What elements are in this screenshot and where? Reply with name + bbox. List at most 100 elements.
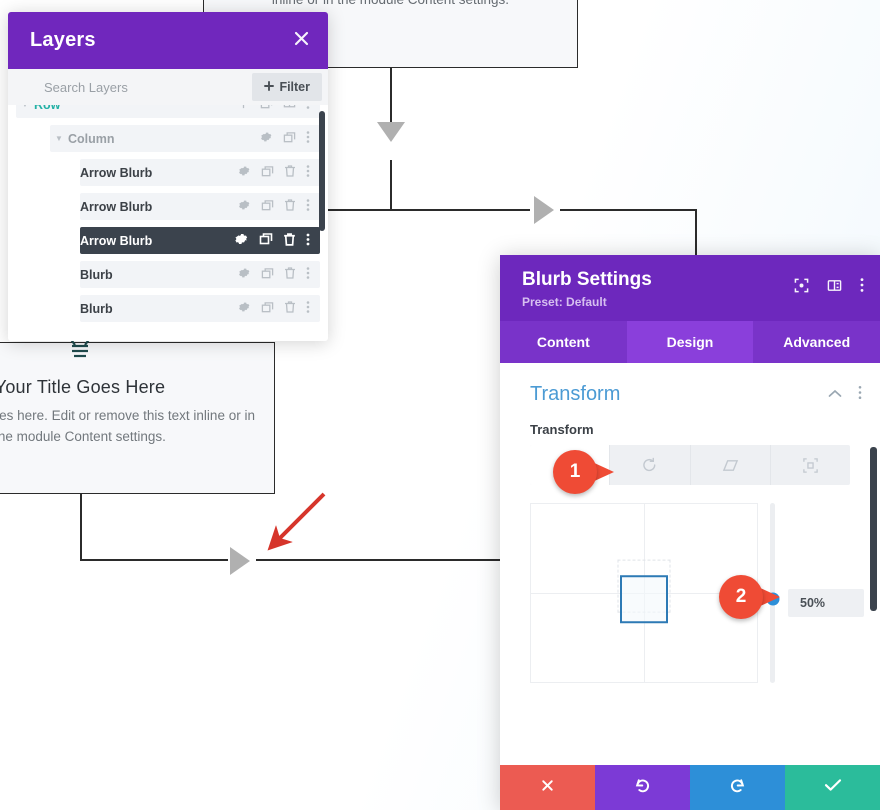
more-icon[interactable] <box>860 277 864 298</box>
layer-row-row[interactable]: ▼ Row <box>16 105 320 118</box>
transform-section-header: Transform <box>500 363 880 414</box>
chevron-down-icon[interactable]: ▼ <box>16 105 34 109</box>
skew-icon[interactable] <box>691 445 771 485</box>
trash-icon[interactable] <box>283 232 296 250</box>
background-blurb-card-left: Your Title Goes Here Your content goes h… <box>0 333 275 494</box>
filter-button[interactable]: Filter <box>252 73 322 101</box>
layer-row-arrow-blurb-2[interactable]: Arrow Blurb <box>80 193 320 220</box>
trash-icon[interactable] <box>284 300 296 317</box>
connector-line-horizontal-mid-right <box>560 209 696 211</box>
layer-row-column[interactable]: ▼ Column <box>50 125 320 152</box>
filter-button-label: Filter <box>279 80 310 94</box>
duplicate-icon[interactable] <box>261 267 274 283</box>
layer-row-label: Arrow Blurb <box>80 233 153 248</box>
settings-header: Blurb Settings Preset: Default <box>500 255 880 321</box>
more-icon[interactable] <box>306 300 310 317</box>
more-icon[interactable] <box>858 385 862 405</box>
settings-header-icons <box>794 277 864 298</box>
gear-icon[interactable] <box>237 164 251 181</box>
transform-control-area: 50% <box>530 503 864 683</box>
more-icon[interactable] <box>306 105 310 113</box>
layer-row-actions <box>237 300 320 317</box>
gear-icon[interactable] <box>237 300 251 317</box>
duplicate-icon[interactable] <box>261 301 274 317</box>
layout-icon[interactable] <box>827 278 842 298</box>
check-icon <box>824 778 842 797</box>
chevron-up-icon[interactable] <box>828 386 842 404</box>
trash-icon[interactable] <box>284 198 296 215</box>
settings-action-bar <box>500 765 880 810</box>
layer-row-arrow-blurb-1[interactable]: Arrow Blurb <box>80 159 320 186</box>
layer-row-label: Column <box>68 131 115 146</box>
transform-handle[interactable] <box>620 575 668 624</box>
more-icon[interactable] <box>306 198 310 215</box>
rotate-icon[interactable] <box>610 445 691 485</box>
layers-panel-header: Layers <box>8 12 328 69</box>
gear-icon[interactable] <box>233 231 249 250</box>
duplicate-icon[interactable] <box>260 105 273 113</box>
callout-badge-1: 1 <box>553 450 614 494</box>
gear-icon[interactable] <box>237 198 251 215</box>
layer-row-actions <box>237 164 320 181</box>
duplicate-icon[interactable] <box>259 232 273 249</box>
more-icon[interactable] <box>306 232 310 250</box>
tab-design[interactable]: Design <box>626 321 754 363</box>
section-title: Transform <box>530 383 621 405</box>
more-icon[interactable] <box>306 266 310 283</box>
connector-line-vertical-lower <box>80 494 82 560</box>
connector-line-horizontal-mid <box>328 209 530 211</box>
scale-icon[interactable] <box>771 445 850 485</box>
cancel-button[interactable] <box>500 765 595 810</box>
background-blurb-top-text: inline or in the module Content settings… <box>204 0 577 7</box>
duplicate-icon[interactable] <box>261 165 274 181</box>
redo-icon <box>729 777 746 799</box>
trash-icon[interactable] <box>284 266 296 283</box>
layer-row-arrow-blurb-3-selected[interactable]: Arrow Blurb <box>80 227 320 254</box>
merge-icon[interactable] <box>237 105 250 113</box>
transform-field-label: Transform <box>530 422 594 437</box>
layers-scrollbar[interactable] <box>319 111 325 231</box>
chevron-down-icon[interactable]: ▼ <box>50 134 68 143</box>
tab-content[interactable]: Content <box>500 321 627 363</box>
layer-row-actions <box>237 266 320 283</box>
layer-row-blurb-1[interactable]: Blurb <box>80 261 320 288</box>
gear-icon[interactable] <box>259 130 273 147</box>
undo-icon <box>634 777 651 799</box>
connector-arrow-right-mid <box>534 196 554 224</box>
vertical-value-field[interactable]: 50% <box>788 589 864 617</box>
layers-panel-title: Layers <box>30 29 96 51</box>
layer-row-blurb-2[interactable]: Blurb <box>80 295 320 322</box>
annotation-red-arrow <box>262 484 334 561</box>
layers-list[interactable]: ▼ Row ▼ Column <box>8 105 328 341</box>
trash-icon[interactable] <box>284 164 296 181</box>
duplicate-icon[interactable] <box>261 199 274 215</box>
search-input[interactable]: Search Layers <box>44 80 252 95</box>
more-icon[interactable] <box>306 164 310 181</box>
layer-row-actions <box>259 130 320 147</box>
tab-advanced[interactable]: Advanced <box>753 321 880 363</box>
redo-button[interactable] <box>690 765 785 810</box>
layer-row-label: Arrow Blurb <box>80 165 153 180</box>
background-blurb-body: Your content goes here. Edit or remove t… <box>0 408 255 444</box>
undo-button[interactable] <box>595 765 690 810</box>
duplicate-icon[interactable] <box>283 131 296 147</box>
layer-row-label: Blurb <box>80 267 113 282</box>
settings-scrollbar[interactable] <box>870 447 877 611</box>
connector-line-vertical-mid <box>390 160 392 210</box>
close-icon[interactable] <box>293 30 310 51</box>
plus-icon <box>264 80 275 94</box>
connector-line-vertical-top <box>390 68 392 125</box>
settings-tabs: Content Design Advanced <box>500 321 880 363</box>
layers-search-bar[interactable]: Search Layers Filter <box>8 69 328 105</box>
connector-arrow-down <box>377 122 405 142</box>
fullscreen-icon[interactable] <box>794 278 809 298</box>
settings-body: Transform Transform 50% <box>500 363 880 735</box>
gear-icon[interactable] <box>237 266 251 283</box>
connector-line-horizontal-lower <box>80 559 228 561</box>
column-icon[interactable] <box>283 105 296 113</box>
more-icon[interactable] <box>306 130 310 147</box>
x-icon <box>540 778 555 798</box>
layer-row-label: Blurb <box>80 301 113 316</box>
save-button[interactable] <box>785 765 880 810</box>
callout-badge-2: 2 <box>719 575 780 619</box>
